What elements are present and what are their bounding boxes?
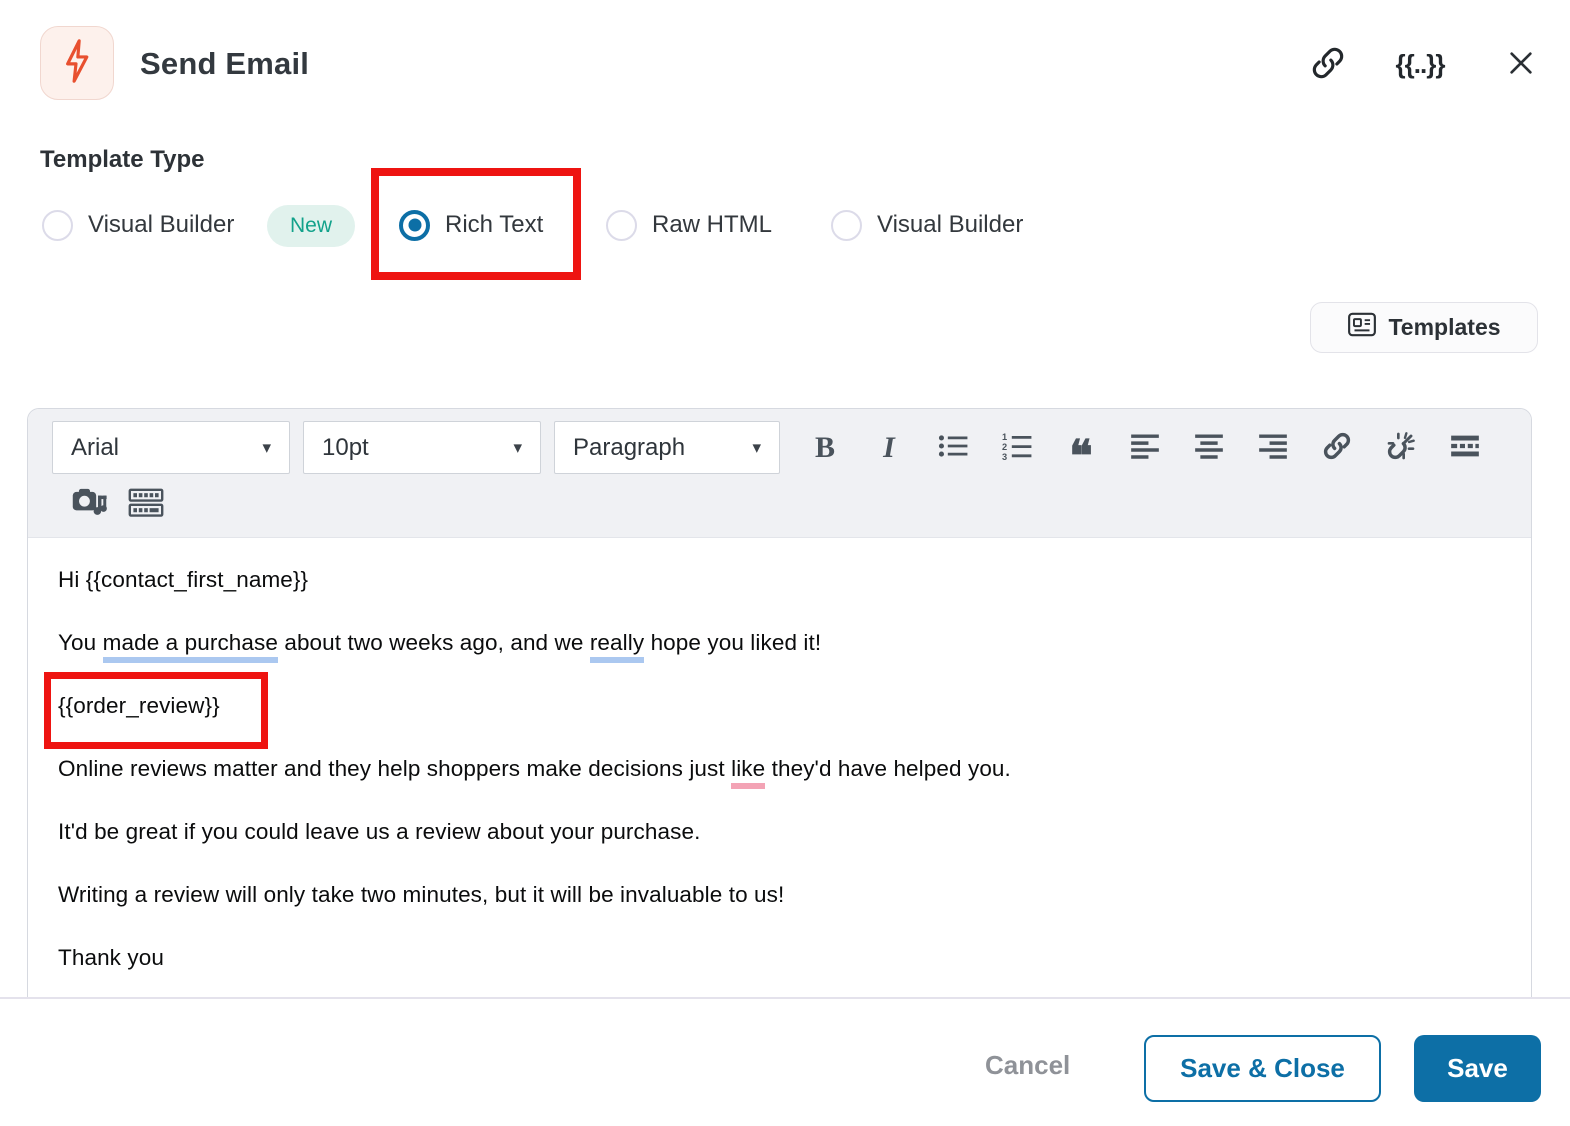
align-center-button[interactable]	[1177, 421, 1241, 474]
lightning-bolt-icon	[59, 38, 95, 89]
blockquote-button[interactable]: ❝	[1049, 421, 1113, 481]
text-segment: Online reviews matter and they help shop…	[58, 756, 732, 781]
svg-text:1: 1	[1002, 432, 1007, 442]
align-right-button[interactable]	[1241, 421, 1305, 474]
unlink-icon	[1385, 430, 1417, 465]
save-button[interactable]: Save	[1414, 1035, 1541, 1102]
close-dialog-button[interactable]	[1498, 44, 1544, 84]
rich-text-editor: Arial ▾ 10pt ▾ Paragraph ▾ B I 1 2 3 ❝ H…	[27, 408, 1532, 998]
font-family-value: Arial	[71, 433, 120, 461]
email-body-editor[interactable]: Hi {{contact_first_name}} You made a pur…	[28, 538, 1531, 998]
email-paragraph: Hi {{contact_first_name}}	[58, 567, 309, 592]
template-card-icon	[1347, 311, 1377, 344]
bold-icon: B	[814, 430, 835, 464]
chevron-down-icon: ▾	[262, 437, 271, 457]
italic-icon: I	[883, 430, 895, 464]
radio-visual-builder-2[interactable]: Visual Builder	[831, 208, 1023, 242]
radio-label: Visual Builder	[88, 211, 235, 238]
templates-button[interactable]: Templates	[1310, 302, 1538, 353]
keyboard-button[interactable]	[118, 478, 174, 531]
bold-button[interactable]: B	[793, 421, 857, 474]
text-segment: they'd have helped you.	[765, 756, 1011, 781]
chevron-down-icon: ▾	[752, 437, 761, 457]
email-paragraph: Thank you	[58, 945, 164, 970]
font-size-value: 10pt	[322, 433, 369, 461]
email-paragraph: Writing a review will only take two minu…	[58, 882, 785, 907]
paragraph-style-select[interactable]: Paragraph ▾	[554, 421, 780, 474]
paragraph-style-value: Paragraph	[573, 433, 686, 461]
link-icon	[1309, 44, 1347, 85]
cancel-button[interactable]: Cancel	[985, 1050, 1070, 1081]
font-family-select[interactable]: Arial ▾	[52, 421, 290, 474]
media-icon	[71, 487, 109, 522]
save-and-close-button[interactable]: Save & Close	[1144, 1035, 1381, 1102]
close-icon	[1505, 47, 1537, 82]
radio-label: Visual Builder	[877, 211, 1024, 238]
chevron-down-icon: ▾	[513, 437, 522, 457]
text-segment: You	[58, 630, 103, 655]
editor-toolbar: Arial ▾ 10pt ▾ Paragraph ▾ B I 1 2 3 ❝	[28, 409, 1531, 538]
radio-raw-html[interactable]: Raw HTML	[606, 208, 772, 242]
radio-rich-text[interactable]: Rich Text	[399, 208, 543, 242]
merge-field-paragraph: {{order_review}}	[58, 693, 220, 718]
footer-divider	[0, 997, 1570, 999]
blockquote-icon: ❝	[1069, 431, 1093, 481]
radio-visual-builder-1[interactable]: Visual Builder	[42, 208, 234, 242]
align-right-icon	[1258, 432, 1288, 463]
remove-link-button[interactable]	[1369, 421, 1433, 474]
italic-button[interactable]: I	[857, 421, 921, 474]
merge-fields-icon: {{..}}	[1395, 48, 1446, 79]
svg-text:2: 2	[1002, 442, 1007, 452]
svg-text:3: 3	[1002, 452, 1007, 460]
email-paragraph: You made a purchase about two weeks ago,…	[58, 629, 1501, 663]
radio-label: Rich Text	[445, 211, 544, 238]
text-segment: about two weeks ago, and we	[277, 630, 590, 655]
email-paragraph: Online reviews matter and they help shop…	[58, 755, 1501, 789]
align-left-button[interactable]	[1113, 421, 1177, 474]
text-segment: hope you liked it!	[644, 630, 822, 655]
radio-circle-icon	[42, 209, 73, 241]
radio-label: Raw HTML	[652, 211, 773, 238]
bulleted-list-icon	[938, 432, 968, 463]
send-email-action-icon	[40, 26, 114, 100]
numbered-list-button[interactable]: 1 2 3	[985, 421, 1049, 474]
dialog-title: Send Email	[140, 46, 310, 81]
spellcheck-underlined-text: made a purchase	[102, 630, 278, 663]
insert-link-header-button[interactable]	[1305, 44, 1351, 84]
radio-circle-icon	[831, 209, 862, 241]
font-size-select[interactable]: 10pt ▾	[303, 421, 541, 474]
template-type-label: Template Type	[40, 146, 205, 173]
link-icon	[1321, 430, 1353, 465]
insert-media-button[interactable]	[62, 478, 118, 531]
templates-button-label: Templates	[1388, 314, 1501, 340]
email-paragraph: It'd be great if you could leave us a re…	[58, 819, 701, 844]
spellcheck-underlined-text: really	[589, 630, 645, 663]
radio-circle-icon	[606, 209, 637, 241]
horizontal-rule-icon	[1450, 434, 1480, 461]
new-badge: New	[267, 205, 356, 247]
insert-link-button[interactable]	[1305, 421, 1369, 474]
keyboard-icon	[128, 488, 164, 521]
merge-fields-button[interactable]: {{..}}	[1388, 44, 1452, 84]
radio-selected-icon	[399, 209, 430, 241]
spellcheck-underlined-text: like	[731, 756, 766, 789]
align-left-icon	[1130, 432, 1160, 463]
horizontal-rule-button[interactable]	[1433, 421, 1497, 474]
align-center-icon	[1194, 432, 1224, 463]
bulleted-list-button[interactable]	[921, 421, 985, 474]
numbered-list-icon: 1 2 3	[1002, 432, 1032, 463]
